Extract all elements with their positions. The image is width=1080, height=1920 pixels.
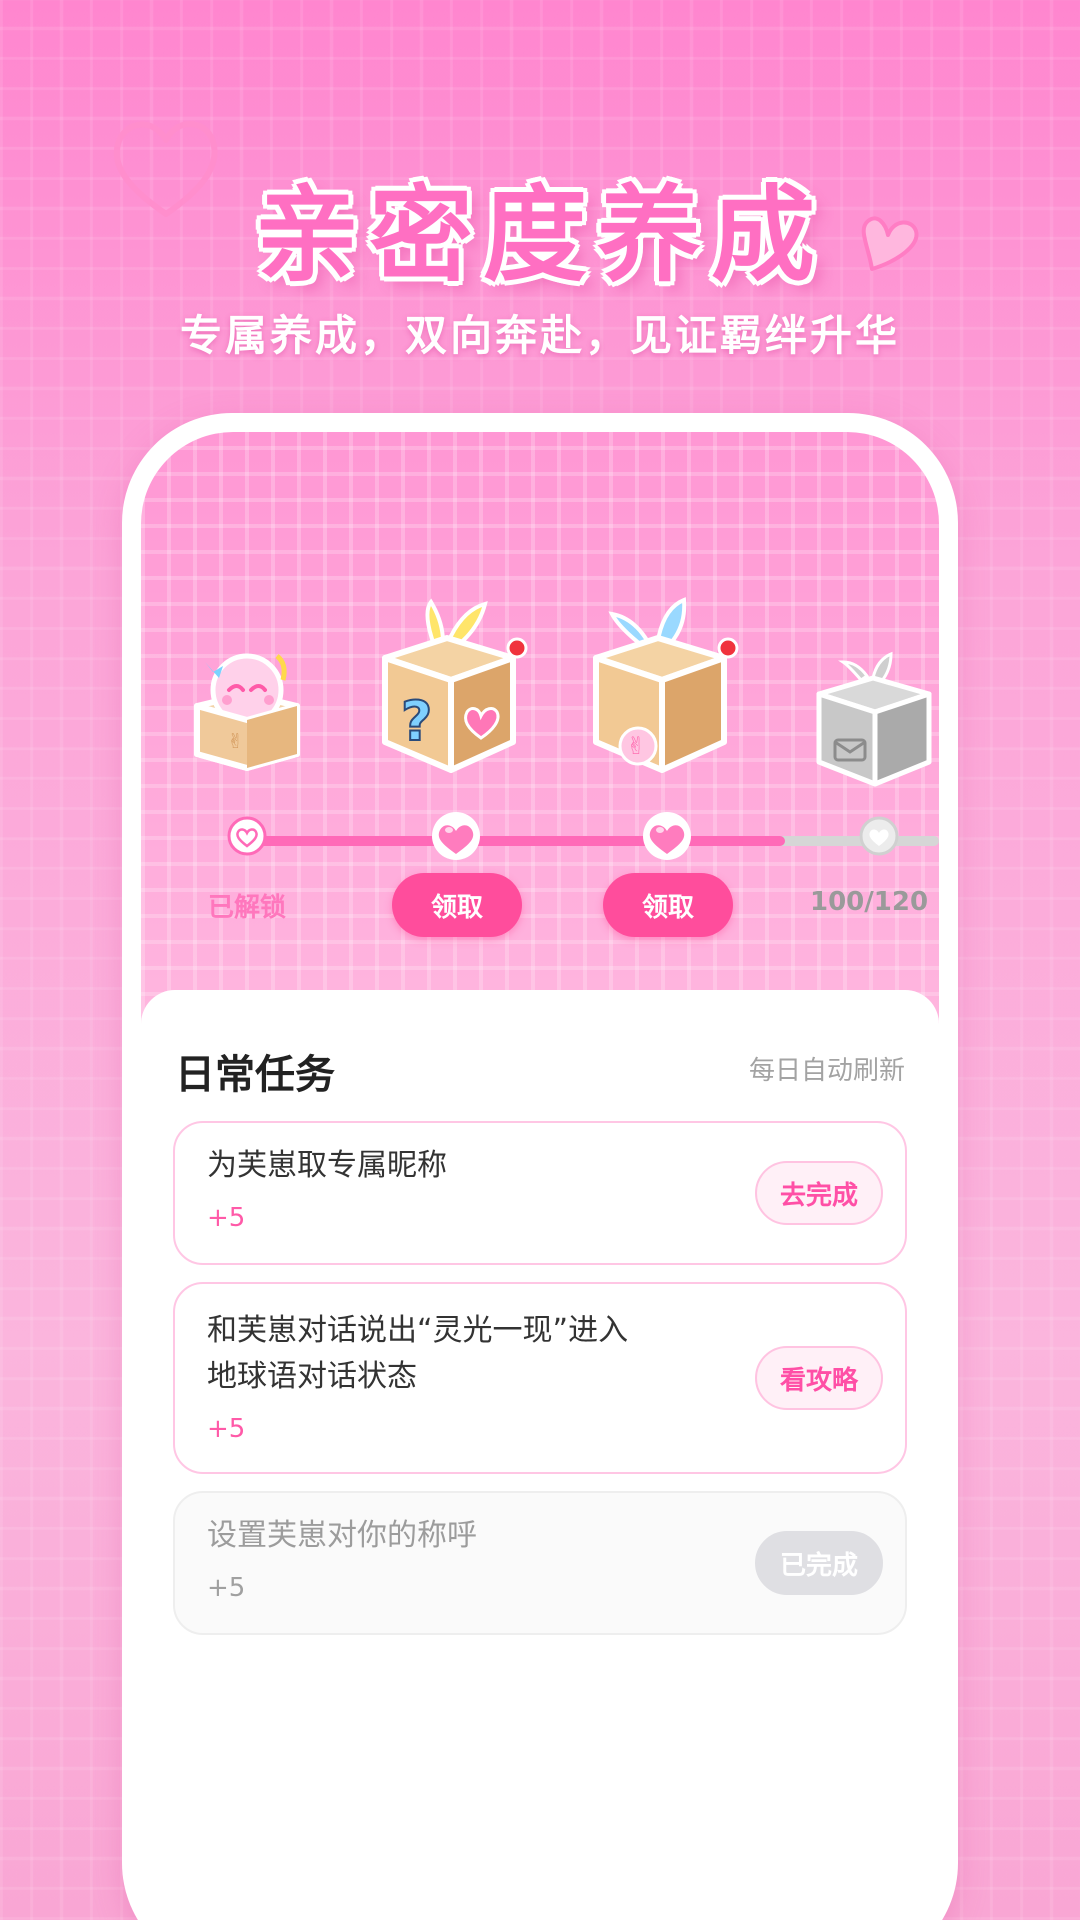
task-card: 为芙崽取专属昵称 +5 去完成 bbox=[173, 1121, 907, 1265]
claim-button[interactable]: 领取 bbox=[603, 873, 733, 937]
task-points: +5 bbox=[207, 1573, 246, 1603]
svg-text:?: ? bbox=[401, 690, 432, 753]
phone-screen: ✌ ? ✌ 已解锁 领取 领取 100/120 日常任务 每日自动刷新 为芙崽取… bbox=[141, 432, 939, 1920]
task-points: +5 bbox=[207, 1203, 246, 1233]
view-guide-button[interactable]: 看攻略 bbox=[755, 1346, 883, 1410]
claim-button[interactable]: 领取 bbox=[392, 873, 522, 937]
svg-text:✌: ✌ bbox=[227, 729, 244, 753]
mystery-box-peace-icon: ✌ bbox=[593, 597, 739, 773]
task-card: 和芙崽对话说出“灵光一现”进入 地球语对话状态 +5 看攻略 bbox=[173, 1282, 907, 1474]
task-title: 为芙崽取专属昵称 bbox=[207, 1148, 447, 1183]
locked-gray-box-icon bbox=[816, 651, 932, 787]
progress-fill bbox=[241, 836, 786, 846]
unlocked-label: 已解锁 bbox=[207, 893, 286, 923]
hero-subtitle: 专属养成，双向奔赴，见证羁绊升华 bbox=[179, 311, 900, 360]
panel-title: 日常任务 bbox=[175, 1052, 335, 1098]
progress-count: 100/120 bbox=[810, 887, 929, 917]
claimable-heart-node-icon bbox=[643, 812, 691, 860]
completed-button: 已完成 bbox=[755, 1531, 883, 1595]
go-complete-button[interactable]: 去完成 bbox=[755, 1161, 883, 1225]
svg-text:✌: ✌ bbox=[626, 732, 646, 760]
refresh-hint: 每日自动刷新 bbox=[748, 1056, 905, 1086]
hero-title: 亲密度养成 bbox=[254, 174, 825, 296]
task-title-line-1: 和芙崽对话说出“灵光一现”进入 bbox=[207, 1313, 629, 1348]
locked-heart-node-icon bbox=[859, 816, 899, 856]
daily-tasks-panel: 日常任务 每日自动刷新 为芙崽取专属昵称 +5 去完成 和芙崽对话说出“灵光一现… bbox=[141, 990, 939, 1920]
claimable-heart-node-icon bbox=[432, 812, 480, 860]
unlocked-heart-node-icon bbox=[227, 816, 267, 856]
mystery-box-heart-icon: ? bbox=[382, 598, 528, 773]
character-in-box-icon: ✌ bbox=[194, 653, 300, 771]
task-card: 设置芙崽对你的称呼 +5 已完成 bbox=[173, 1491, 907, 1635]
task-points: +5 bbox=[207, 1414, 246, 1444]
task-title-line-2: 地球语对话状态 bbox=[207, 1359, 417, 1394]
task-title: 设置芙崽对你的称呼 bbox=[207, 1518, 477, 1553]
